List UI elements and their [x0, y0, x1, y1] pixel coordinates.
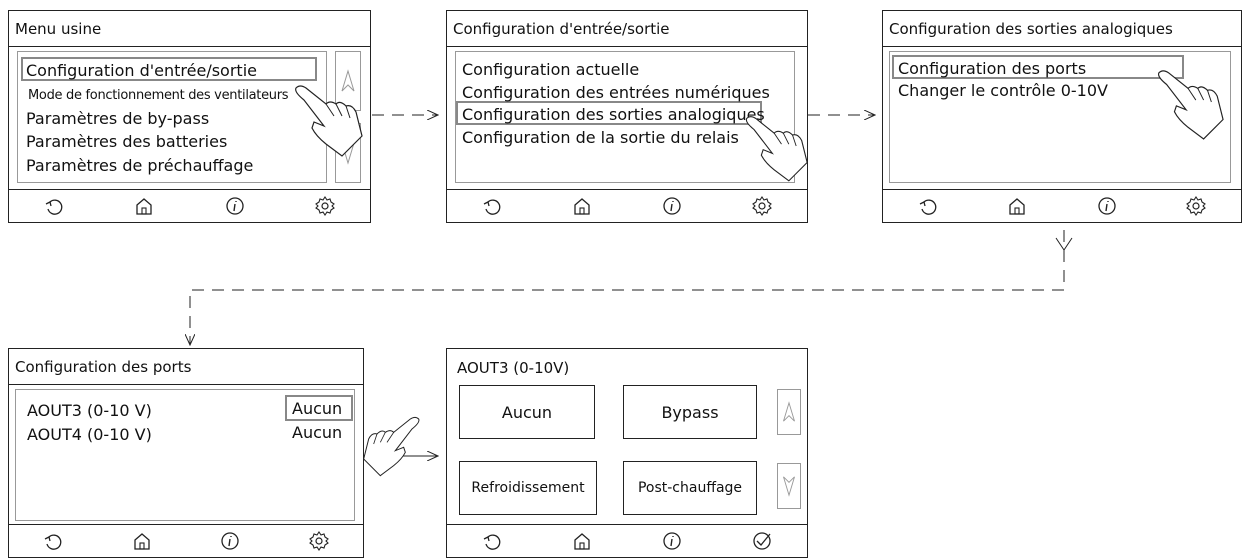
settings-icon[interactable] [1184, 194, 1208, 218]
io-config-screen: Configuration d'entrée/sortie Configurat… [446, 10, 808, 223]
settings-icon[interactable] [750, 194, 774, 218]
info-icon[interactable] [1095, 194, 1119, 218]
option-post-chauffage-button[interactable]: Post-chauffage [623, 461, 757, 515]
menu-item[interactable]: Configuration de la sortie du relais [462, 128, 739, 147]
home-icon[interactable] [130, 529, 154, 553]
back-icon[interactable] [480, 529, 504, 553]
ports-screen: Configuration des ports AOUT3 (0-10 V) A… [8, 348, 364, 558]
info-icon[interactable] [218, 529, 242, 553]
port-value[interactable]: Aucun [292, 423, 342, 442]
menu-item[interactable]: Configuration des entrées numériques [462, 83, 770, 102]
aout3-screen: AOUT3 (0-10V) Aucun Bypass Refroidisseme… [446, 348, 808, 558]
settings-icon[interactable] [307, 529, 331, 553]
back-icon[interactable] [41, 529, 65, 553]
footer-bar [883, 189, 1241, 222]
scroll-up-button[interactable] [777, 389, 801, 435]
port-label: AOUT4 (0-10 V) [27, 425, 152, 444]
home-icon[interactable] [1005, 194, 1029, 218]
footer-bar [447, 524, 807, 557]
hand-pointer-icon [745, 116, 808, 182]
menu-item[interactable]: Configuration des ports [898, 59, 1086, 78]
scroll-down-button[interactable] [777, 463, 801, 509]
footer-bar [9, 524, 363, 557]
option-refroidissement-button[interactable]: Refroidissement [459, 461, 597, 515]
screen-title: Configuration des sorties analogiques [883, 11, 1241, 47]
footer-bar [9, 189, 370, 222]
arrow-up-icon [783, 401, 795, 422]
back-icon[interactable] [42, 194, 66, 218]
home-icon[interactable] [132, 194, 156, 218]
home-icon[interactable] [570, 529, 594, 553]
screen-title: Configuration d'entrée/sortie [447, 11, 807, 47]
option-aucun-button[interactable]: Aucun [459, 385, 595, 439]
screen-title: Configuration des ports [9, 349, 363, 385]
settings-icon[interactable] [313, 194, 337, 218]
menu-item[interactable]: Configuration des sorties analogiques [462, 105, 765, 124]
hand-pointer-icon [363, 416, 420, 477]
back-icon[interactable] [916, 194, 940, 218]
option-bypass-button[interactable]: Bypass [623, 385, 757, 439]
menu-item[interactable]: Changer le contrôle 0-10V [898, 81, 1108, 100]
menu-item[interactable]: Configuration d'entrée/sortie [26, 61, 257, 80]
check-icon[interactable] [750, 529, 774, 553]
home-icon[interactable] [570, 194, 594, 218]
menu-item[interactable]: Paramètres de préchauffage [26, 156, 253, 175]
menu-item[interactable]: Paramètres de by-pass [26, 109, 209, 128]
menu-item[interactable]: Paramètres des batteries [26, 132, 227, 151]
info-icon[interactable] [660, 529, 684, 553]
screen-title: AOUT3 (0-10V) [457, 359, 570, 377]
menu-item[interactable]: Mode de fonctionnement des ventilateurs [28, 88, 289, 103]
back-icon[interactable] [480, 194, 504, 218]
hand-pointer-icon [1158, 70, 1224, 140]
menu-item[interactable]: Configuration actuelle [462, 60, 639, 79]
port-label: AOUT3 (0-10 V) [27, 401, 152, 420]
screen-title: Menu usine [9, 11, 370, 47]
info-icon[interactable] [660, 194, 684, 218]
analog-outputs-screen: Configuration des sorties analogiques Co… [882, 10, 1242, 223]
info-icon[interactable] [223, 194, 247, 218]
footer-bar [447, 189, 807, 222]
arrow-down-icon [783, 476, 795, 497]
port-value[interactable]: Aucun [292, 399, 342, 418]
arrow-analog-to-ports [190, 230, 1065, 345]
menu-usine-screen: Menu usine Configuration d'entrée/sortie… [8, 10, 371, 223]
hand-pointer-icon [295, 85, 363, 157]
